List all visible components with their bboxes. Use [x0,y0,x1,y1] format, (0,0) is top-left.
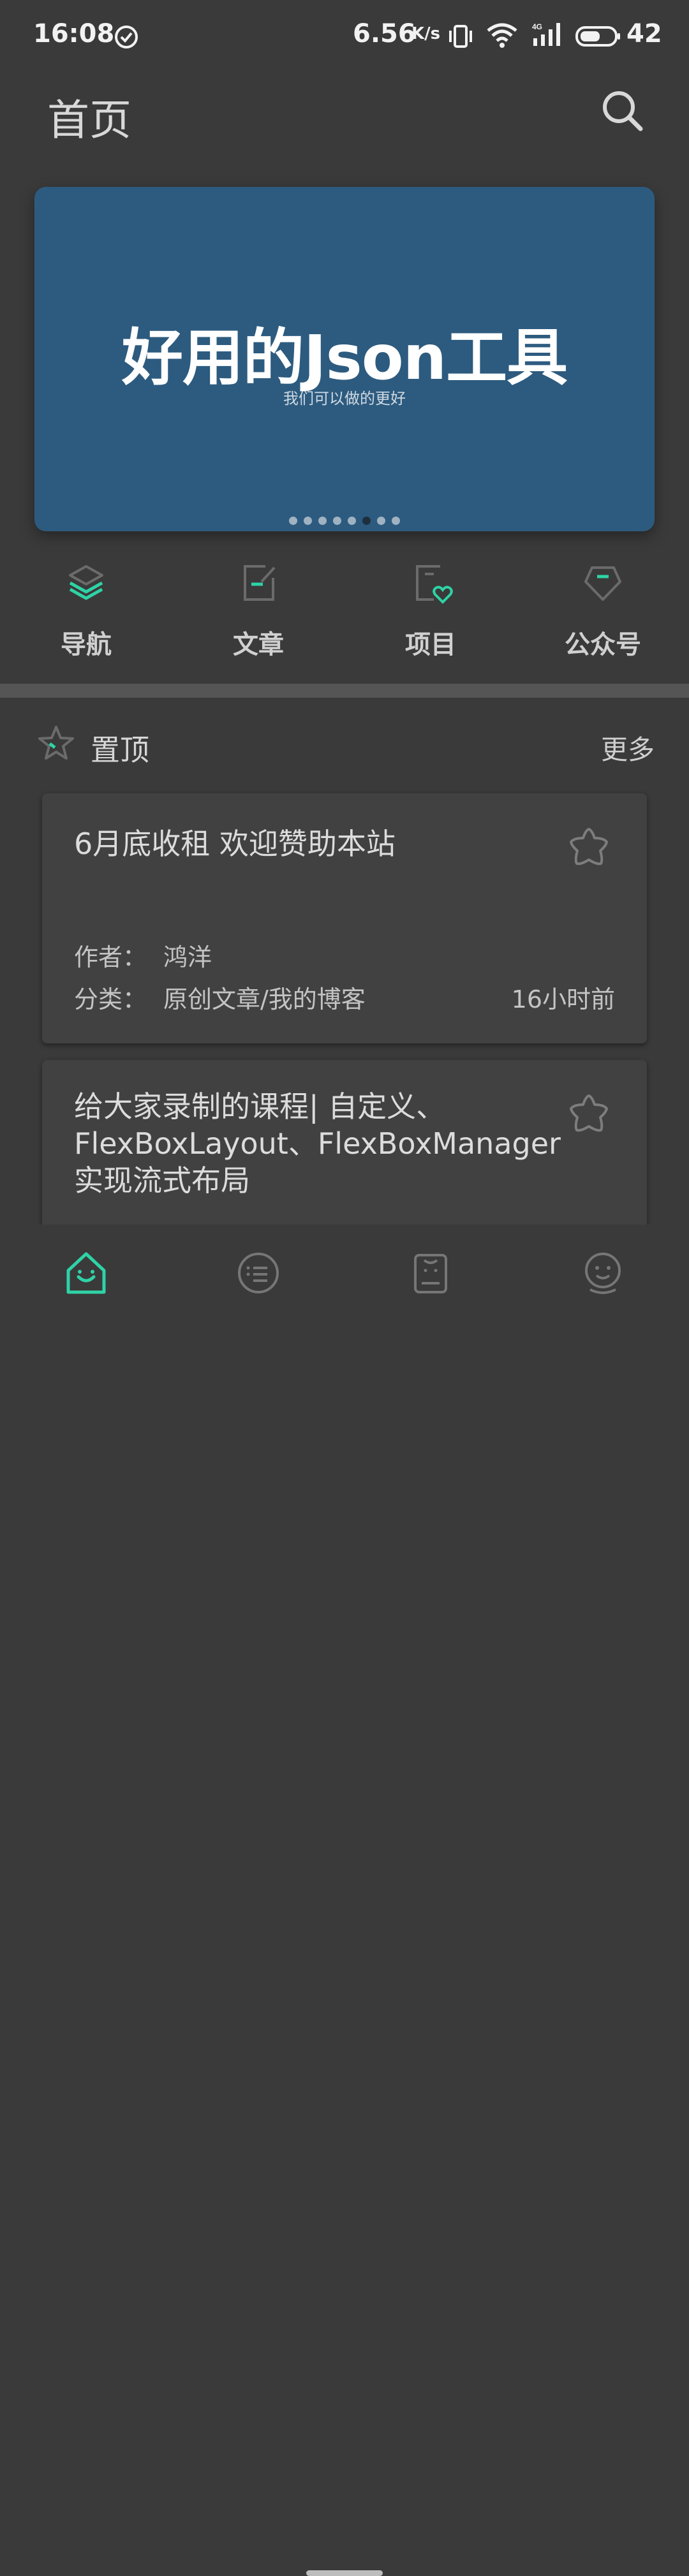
more-link[interactable]: 更多 [601,728,655,767]
quick-nav-wechat[interactable]: 公众号 [517,561,689,661]
bottom-nav-home[interactable] [0,1249,172,1297]
bottom-nav-board[interactable] [344,1249,517,1297]
author-label: 作者： [74,943,147,971]
signal-4g-icon: 4G [532,22,560,46]
carousel-dot[interactable] [392,517,400,525]
bottom-nav-list[interactable] [172,1249,344,1297]
bottom-nav [0,1225,689,2576]
quick-nav-label: 文章 [233,630,284,659]
article-title: 6月底收租 欢迎赞助本站 [74,827,396,861]
carousel-dot[interactable] [333,517,341,525]
banner-title: 好用的Json工具 [121,322,568,394]
article-card[interactable]: 6月底收租 欢迎赞助本站 作者： 鸿洋 分类： 原创文章/我的博客 16小时前 [42,793,647,1043]
favorite-star-icon[interactable] [567,1092,611,1137]
net-speed-unit: K/s [411,24,441,43]
bottom-nav-profile[interactable] [517,1249,689,1297]
carousel-dot[interactable] [377,517,385,525]
net-speed: 6.56 [353,19,416,48]
wifi-icon [487,23,517,48]
status-bar: 16:08 6.56 K/s 4G 42 [0,0,689,73]
carousel-dot[interactable] [362,517,371,525]
diamond-icon [584,566,621,601]
vibrate-icon [449,25,472,48]
svg-text:4G: 4G [532,22,542,31]
quick-nav-label: 导航 [61,630,112,659]
carousel-dot[interactable] [289,517,297,525]
status-time: 16:08 [33,19,115,48]
article-time: 16小时前 [511,985,615,1013]
article-card[interactable]: 给大家录制的课程| 自定义、FlexBoxLayout、FlexBoxManag… [42,1060,647,1226]
carousel-dot[interactable] [318,517,327,525]
article-category[interactable]: 原创文章/我的博客 [163,980,366,1015]
article-title: 给大家录制的课程| 自定义、FlexBoxLayout、FlexBoxManag… [74,1089,561,1198]
quick-nav-guide[interactable]: 导航 [0,561,172,661]
clipboard-face-icon [414,1254,447,1293]
quick-nav-label: 公众号 [565,630,641,659]
list-face-icon [238,1253,279,1293]
search-icon[interactable] [600,88,644,133]
project-heart-icon [416,565,453,604]
article-author: 鸿洋 [163,943,212,971]
quick-nav: 导航 文章 项目 公众号 [0,561,689,682]
banner-carousel[interactable]: 好用的Json工具 我们可以做的更好 [34,187,655,531]
section-divider [0,684,689,698]
banner-subtitle: 我们可以做的更好 [283,390,406,408]
favorite-star-icon[interactable] [567,825,611,870]
article-edit-icon [244,565,276,601]
battery-level: 42 [626,19,662,48]
quick-nav-label: 项目 [405,630,456,659]
battery-icon [575,26,620,47]
check-circle-icon [115,26,138,48]
quick-nav-projects[interactable]: 项目 [344,561,517,661]
carousel-dot[interactable] [304,517,312,525]
carousel-indicator[interactable] [34,515,655,527]
category-label: 分类： [74,985,147,1013]
layers-icon [69,565,103,600]
quick-nav-articles[interactable]: 文章 [172,561,344,661]
star-icon [38,726,74,760]
home-indicator[interactable] [306,2570,383,2576]
section-title: 置顶 [91,733,149,767]
home-icon [66,1252,106,1294]
profile-face-icon [585,1253,621,1294]
page-title: 首页 [47,96,131,145]
carousel-dot[interactable] [348,517,356,525]
